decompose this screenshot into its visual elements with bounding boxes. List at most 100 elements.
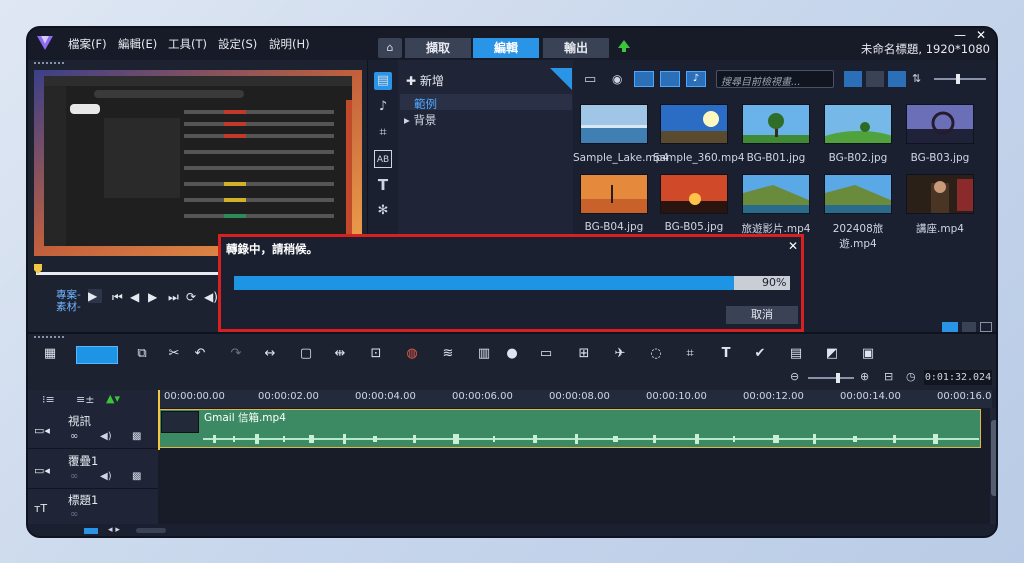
- clip-mode-label[interactable]: 素材-: [56, 299, 81, 314]
- add-folder-button[interactable]: ✚ 新增: [406, 72, 444, 89]
- crop-icon[interactable]: ▢: [296, 346, 316, 362]
- fit-icon[interactable]: ↔: [260, 346, 280, 362]
- sort-icon[interactable]: ⇅: [912, 72, 921, 85]
- thumbnail-size-handle[interactable]: [956, 74, 960, 84]
- library-layout-alt-icon[interactable]: [962, 322, 976, 332]
- menu-edit[interactable]: 編輯(E): [118, 36, 157, 52]
- track-manager-icon[interactable]: ⁝≡: [42, 393, 55, 406]
- dialog-close-icon[interactable]: ✕: [788, 239, 798, 253]
- media-thumb[interactable]: [742, 174, 810, 214]
- media-thumb[interactable]: [580, 104, 648, 144]
- zoom-handle[interactable]: [836, 373, 840, 383]
- view-list-icon[interactable]: [866, 71, 884, 87]
- link-icon[interactable]: ∞: [70, 509, 78, 520]
- playhead[interactable]: [158, 390, 160, 450]
- panel-grip[interactable]: [34, 336, 64, 339]
- effects-library-icon[interactable]: ✻: [374, 202, 392, 220]
- mark-icon[interactable]: ✔: [750, 346, 770, 362]
- split-icon[interactable]: ⇹: [330, 346, 350, 362]
- home-icon[interactable]: ⌂: [378, 38, 402, 58]
- menu-file[interactable]: 檔案(F): [68, 36, 107, 52]
- filter-image-icon[interactable]: [660, 71, 680, 87]
- media-thumb[interactable]: [660, 174, 728, 214]
- graphics-library-icon[interactable]: AB: [374, 150, 392, 168]
- color-icon[interactable]: ◍: [402, 346, 422, 362]
- track-height-icon[interactable]: [84, 528, 98, 534]
- split-screen-icon[interactable]: ⊞: [574, 346, 594, 362]
- storyboard-view-icon[interactable]: ▦: [40, 346, 60, 362]
- timecode-display[interactable]: 0:01:32.024: [924, 370, 992, 385]
- transition-library-icon[interactable]: ⌗: [374, 124, 392, 142]
- audio-wave-icon[interactable]: ≋: [438, 346, 458, 362]
- chart-icon[interactable]: ◩: [822, 346, 842, 362]
- media-thumb[interactable]: [742, 104, 810, 144]
- menu-settings[interactable]: 設定(S): [218, 36, 257, 52]
- next-frame-icon[interactable]: ▶: [148, 290, 157, 304]
- adjust-icon[interactable]: ▤: [786, 346, 806, 362]
- go-end-icon[interactable]: ⏭: [168, 290, 179, 305]
- zoom-in-icon[interactable]: ⊕: [860, 370, 869, 383]
- media-thumb[interactable]: [824, 104, 892, 144]
- media-thumb[interactable]: [906, 104, 974, 144]
- fit-project-icon[interactable]: ⊟: [884, 370, 893, 383]
- resize-icon[interactable]: ⊡: [366, 346, 386, 362]
- media-thumb[interactable]: [906, 174, 974, 214]
- motion-icon[interactable]: ✈: [610, 346, 630, 362]
- timeline-scroll-thumb[interactable]: [991, 420, 996, 496]
- thumbnail-size-slider[interactable]: [934, 78, 986, 80]
- repeat-icon[interactable]: ⟳: [186, 290, 196, 304]
- library-options-icon[interactable]: [980, 322, 992, 332]
- tab-capture[interactable]: 擷取: [405, 38, 471, 58]
- media-thumb[interactable]: [580, 174, 648, 214]
- mask-icon[interactable]: ●: [502, 346, 522, 362]
- tools-icon[interactable]: ✂: [164, 346, 184, 362]
- mute-icon[interactable]: ◀): [100, 431, 112, 442]
- cancel-button[interactable]: 取消: [726, 306, 798, 324]
- zoom-out-icon[interactable]: ⊖: [790, 370, 799, 383]
- prev-frame-icon[interactable]: ◀: [130, 290, 139, 304]
- filter-audio-icon[interactable]: ♪: [686, 71, 706, 87]
- track-grid-icon[interactable]: ▩: [132, 471, 141, 482]
- library-search-input[interactable]: 搜尋目前檢視畫...: [716, 70, 834, 88]
- stabilize-icon[interactable]: ⌗: [680, 346, 700, 362]
- play-icon[interactable]: ▶: [88, 289, 102, 303]
- title-library-icon[interactable]: T: [374, 176, 392, 194]
- menu-tools[interactable]: 工具(T): [168, 36, 207, 52]
- view-grid-icon[interactable]: [888, 71, 906, 87]
- multi-cam-icon[interactable]: ▥: [474, 346, 494, 362]
- tree-item-samples[interactable]: 範例: [414, 96, 437, 112]
- link-icon[interactable]: ∞: [70, 431, 78, 442]
- import-folder-icon[interactable]: ▭: [584, 72, 596, 87]
- 3d-title-icon[interactable]: T: [716, 346, 736, 362]
- timeline-view-icon[interactable]: [76, 346, 118, 364]
- media-library-icon[interactable]: ▤: [374, 72, 392, 90]
- filter-video-icon[interactable]: [634, 71, 654, 87]
- ripple-icon[interactable]: ▲▾: [106, 392, 120, 405]
- horizontal-scroll-thumb[interactable]: [136, 528, 166, 533]
- track-grid-icon[interactable]: ▩: [132, 431, 141, 442]
- go-start-icon[interactable]: ⏮: [112, 290, 123, 305]
- add-track-icon[interactable]: ⧉: [132, 346, 152, 362]
- audio-library-icon[interactable]: ♪: [374, 98, 392, 116]
- minimize-icon[interactable]: —: [954, 28, 966, 42]
- volume-icon[interactable]: ◀): [204, 290, 218, 304]
- path-icon[interactable]: ◌: [646, 346, 666, 362]
- view-thumbnail-icon[interactable]: [844, 71, 862, 87]
- gif-icon[interactable]: ▣: [858, 346, 878, 362]
- tab-share[interactable]: 輸出: [543, 38, 609, 58]
- subtitle-icon[interactable]: ▭: [536, 346, 556, 362]
- tab-edit[interactable]: 編輯: [473, 38, 539, 58]
- media-thumb[interactable]: [824, 174, 892, 214]
- undo-icon[interactable]: ↶: [190, 346, 210, 362]
- panel-grip[interactable]: [34, 62, 64, 65]
- redo-icon[interactable]: ↷: [226, 346, 246, 362]
- tree-item-backgrounds[interactable]: ▸ 背景: [404, 112, 436, 128]
- zoom-slider[interactable]: [808, 377, 854, 379]
- mute-icon[interactable]: ◀): [100, 471, 112, 482]
- library-layout-icon[interactable]: [942, 322, 958, 332]
- close-icon[interactable]: ✕: [976, 28, 986, 42]
- menu-help[interactable]: 說明(H): [269, 36, 310, 52]
- scroll-left-icon[interactable]: ◂ ▸: [108, 525, 120, 535]
- media-thumb[interactable]: [660, 104, 728, 144]
- link-icon[interactable]: ∞: [70, 471, 78, 482]
